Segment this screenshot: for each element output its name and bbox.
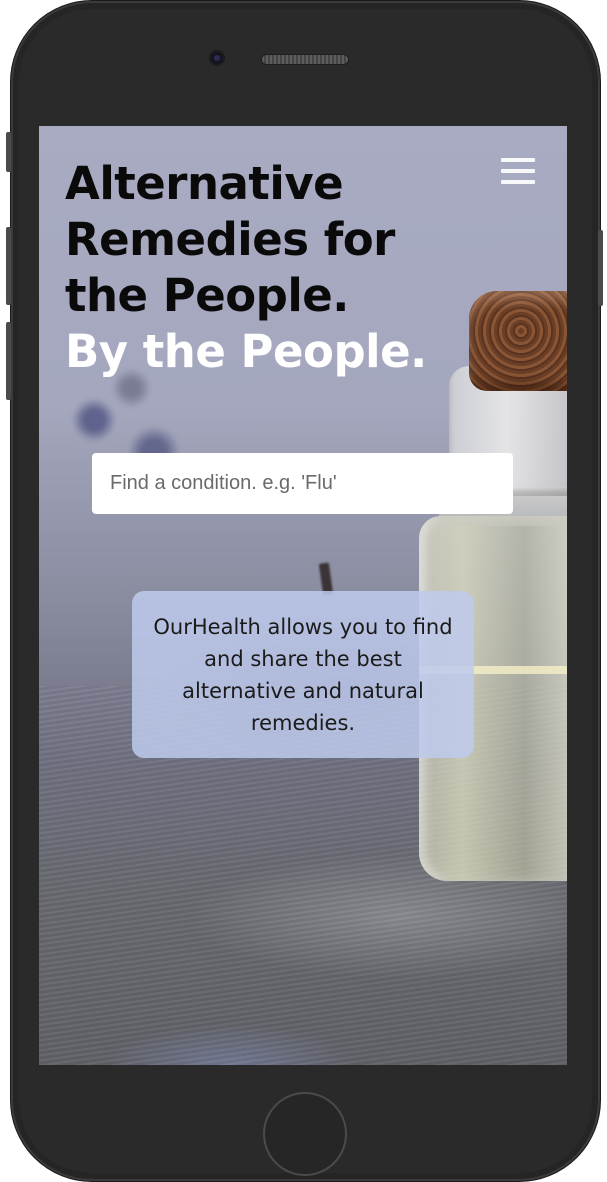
headline-line-3: the People. — [65, 269, 349, 322]
hamburger-menu-icon[interactable] — [501, 156, 535, 186]
front-camera-icon — [211, 52, 223, 64]
hero-headline: Alternative Remedies for the People. By … — [65, 156, 427, 380]
cork — [469, 291, 567, 391]
earpiece-speaker — [262, 55, 348, 64]
headline-line-2: Remedies for — [65, 213, 395, 266]
app-screen: Alternative Remedies for the People. By … — [39, 126, 567, 1065]
headline-line-1: Alternative — [65, 157, 344, 210]
condition-search-input[interactable] — [92, 453, 513, 514]
intro-text: OurHealth allows you to find and share t… — [153, 614, 453, 735]
home-button-icon[interactable] — [263, 1092, 347, 1176]
intro-card: OurHealth allows you to find and share t… — [132, 591, 474, 758]
headline-highlight: By the People. — [65, 325, 427, 378]
